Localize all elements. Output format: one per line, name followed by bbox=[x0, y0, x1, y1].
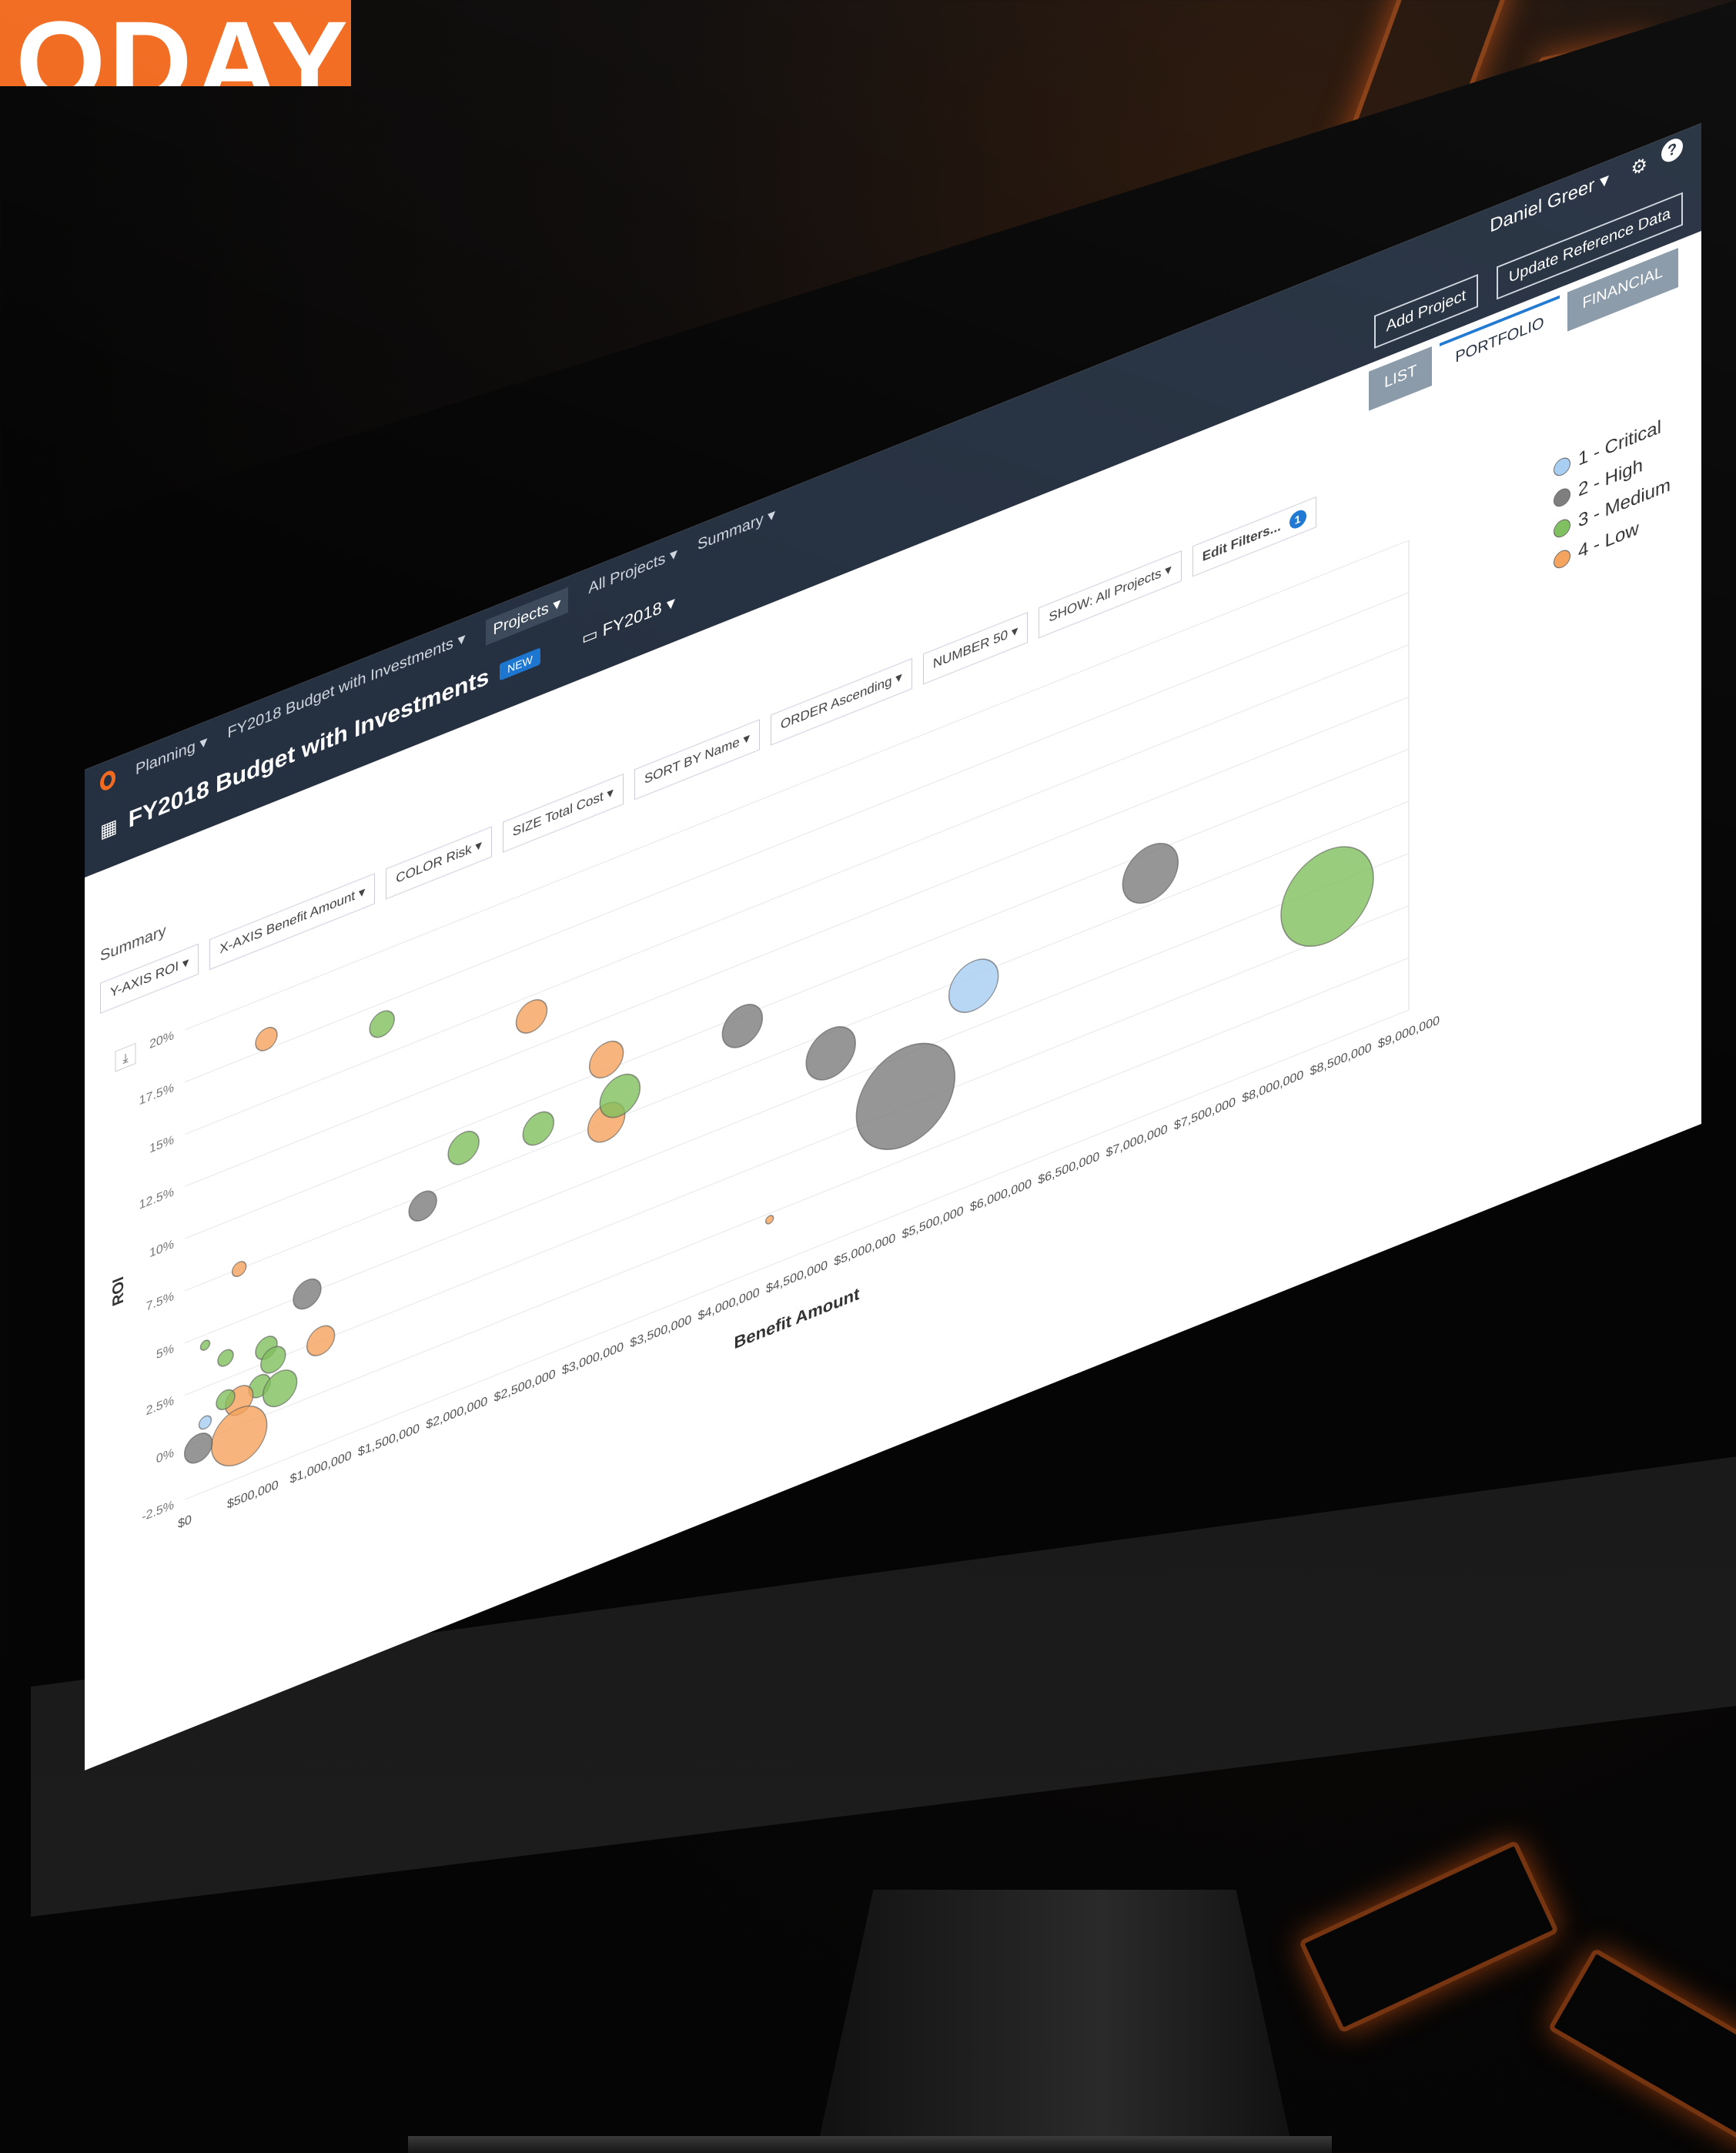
calendar-icon: ▭ bbox=[581, 623, 598, 649]
bubble-point[interactable] bbox=[1122, 834, 1179, 912]
bubble-point[interactable] bbox=[293, 1275, 322, 1313]
bubble-point[interactable] bbox=[447, 1126, 480, 1169]
bubble-point[interactable] bbox=[183, 1429, 213, 1467]
y-tick-label: 20% bbox=[149, 1028, 174, 1051]
fiscal-year-label: FY2018 ▾ bbox=[602, 592, 675, 640]
grid-icon[interactable]: ▦ bbox=[100, 814, 118, 843]
download-icon: ⤓ bbox=[122, 1050, 129, 1066]
x-tick-label: $0 bbox=[178, 1512, 192, 1531]
y-tick-label: -2.5% bbox=[142, 1497, 174, 1524]
bubble-point[interactable] bbox=[369, 1007, 395, 1041]
legend-swatch bbox=[1553, 547, 1570, 571]
grid-line bbox=[185, 696, 1409, 1187]
bubble-point[interactable] bbox=[721, 998, 764, 1055]
y-tick-label: 15% bbox=[149, 1132, 174, 1156]
bubble-point[interactable] bbox=[522, 1107, 555, 1150]
y-tick-label: 10% bbox=[149, 1236, 174, 1260]
bubble-point[interactable] bbox=[764, 1214, 774, 1225]
y-tick-label: 12.5% bbox=[139, 1184, 175, 1212]
y-tick-label: 2.5% bbox=[146, 1393, 175, 1419]
edit-filters-label: Edit Filters... bbox=[1202, 518, 1281, 565]
bubble-point[interactable] bbox=[199, 1339, 211, 1352]
bubble-point[interactable] bbox=[198, 1414, 212, 1431]
app-logo-icon[interactable] bbox=[100, 768, 115, 793]
bubble-point[interactable] bbox=[306, 1322, 336, 1360]
legend-swatch bbox=[1553, 455, 1570, 479]
color-select[interactable]: COLOR Risk ▾ bbox=[386, 826, 492, 900]
bubble-point[interactable] bbox=[255, 1024, 278, 1054]
new-badge: NEW bbox=[500, 647, 540, 681]
bubble-point[interactable] bbox=[855, 1028, 956, 1165]
legend-swatch bbox=[1553, 517, 1570, 540]
legend-swatch bbox=[1553, 486, 1570, 510]
summary-label: Summary bbox=[100, 921, 166, 965]
bubble-point[interactable] bbox=[515, 995, 548, 1038]
gear-icon[interactable]: ⚙ bbox=[1631, 152, 1647, 182]
y-tick-label: 5% bbox=[156, 1341, 174, 1362]
help-icon[interactable]: ? bbox=[1661, 135, 1683, 165]
bubble-point[interactable] bbox=[1280, 832, 1374, 961]
monitor: Planning ▾ FY2018 Budget with Investment… bbox=[31, 0, 1736, 2153]
monitor-stand bbox=[816, 1890, 1293, 2153]
y-tick-label: 7.5% bbox=[146, 1289, 175, 1314]
number-select[interactable]: NUMBER 50 ▾ bbox=[922, 611, 1029, 685]
grid-line bbox=[185, 748, 1409, 1239]
bubble-point[interactable] bbox=[948, 951, 999, 1021]
monitor-stand-base bbox=[408, 2136, 1332, 2153]
y-tick-label: 17.5% bbox=[139, 1080, 175, 1108]
filter-count-badge: 1 bbox=[1289, 507, 1306, 532]
background-glow bbox=[1547, 1947, 1736, 2149]
y-tick-label: 0% bbox=[156, 1445, 174, 1466]
y-axis-label: ROI bbox=[110, 1274, 127, 1308]
bubble-point[interactable] bbox=[408, 1187, 437, 1225]
x-tick-label: $500,000 bbox=[227, 1477, 279, 1512]
bubble-point[interactable] bbox=[217, 1347, 234, 1369]
bubble-point[interactable] bbox=[231, 1259, 247, 1279]
